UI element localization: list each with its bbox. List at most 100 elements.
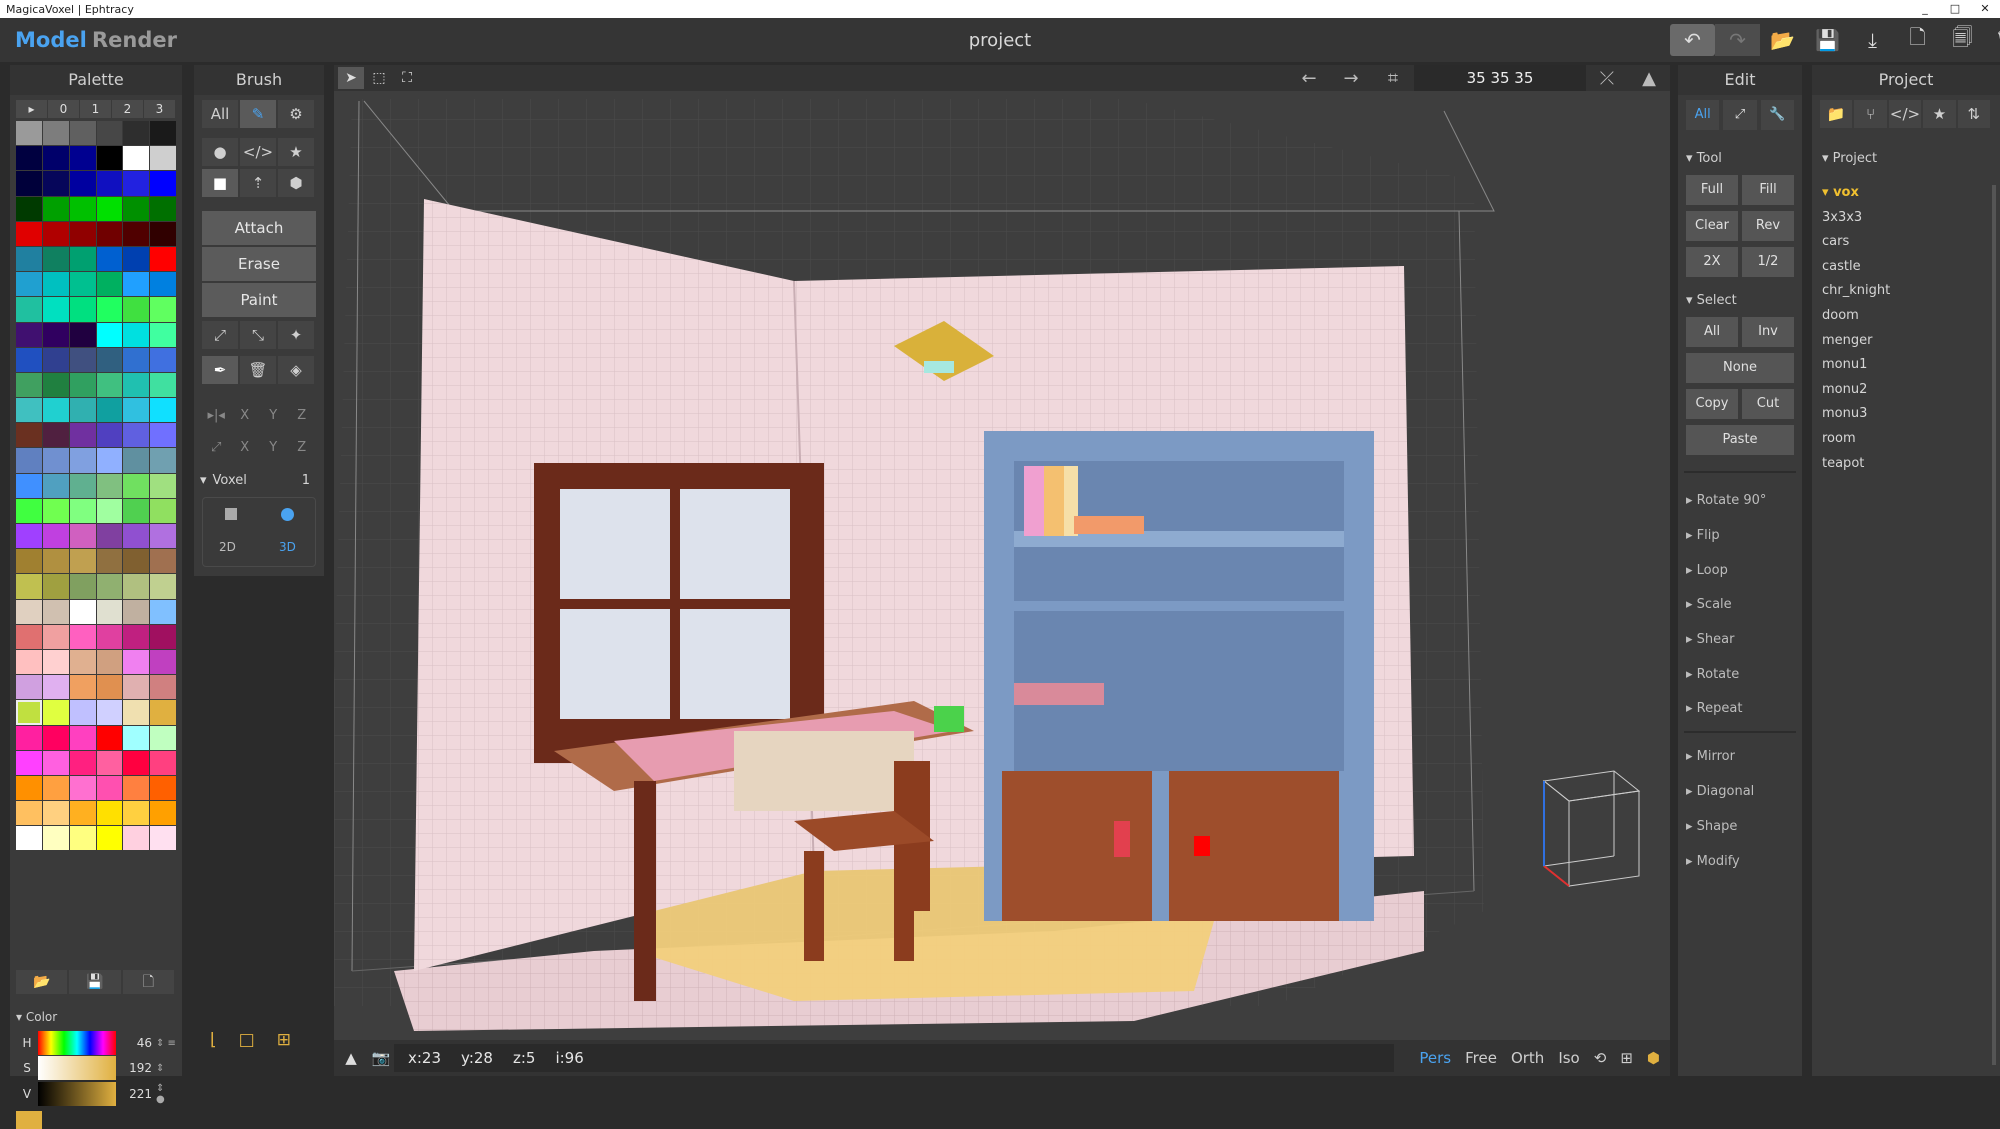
palette-swatch[interactable] bbox=[42, 347, 69, 372]
palette-swatch[interactable] bbox=[123, 599, 150, 624]
cube-view-icon[interactable]: ⬢ bbox=[1647, 1049, 1660, 1067]
color-section-header[interactable]: ▾ Color bbox=[16, 1010, 57, 1024]
palette-swatch[interactable] bbox=[16, 423, 42, 448]
palette-swatch[interactable] bbox=[69, 473, 96, 498]
palette-swatch[interactable] bbox=[69, 146, 96, 171]
select-arrow-icon[interactable]: ➤ bbox=[338, 67, 364, 89]
palette-swatch[interactable] bbox=[150, 347, 176, 372]
palette-swatch[interactable] bbox=[16, 347, 42, 372]
star-icon[interactable]: ★ bbox=[1923, 100, 1956, 128]
dimension-2d[interactable]: 2D bbox=[219, 540, 236, 554]
palette-swatch[interactable] bbox=[96, 448, 123, 473]
hue-value[interactable]: 46 bbox=[116, 1036, 156, 1050]
palette-swatch[interactable] bbox=[150, 801, 176, 826]
palette-swatch[interactable] bbox=[96, 524, 123, 549]
folder-icon[interactable]: 📁 bbox=[1820, 100, 1853, 128]
palette-swatch[interactable] bbox=[96, 171, 123, 196]
tool-section[interactable]: ▾ Tool bbox=[1686, 151, 1722, 166]
palette-swatch[interactable] bbox=[96, 775, 123, 801]
select-all-button[interactable]: All bbox=[1686, 317, 1738, 347]
palette-swatch[interactable] bbox=[69, 775, 96, 801]
palette-swatch[interactable] bbox=[42, 448, 69, 473]
cut-button[interactable]: Cut bbox=[1742, 389, 1794, 419]
palette-swatch[interactable] bbox=[69, 372, 96, 398]
palette-swatch[interactable] bbox=[69, 750, 96, 775]
volume-dimensions[interactable]: 35 35 35 bbox=[1414, 65, 1586, 91]
palette-swatch[interactable] bbox=[123, 775, 150, 801]
sort-icon[interactable]: ⇅ bbox=[1957, 100, 1991, 128]
palette-swatch[interactable] bbox=[42, 801, 69, 826]
round-dot-icon[interactable] bbox=[281, 508, 294, 521]
palette-swatch[interactable] bbox=[123, 372, 150, 398]
voxel-size-value[interactable]: 1 bbox=[302, 473, 310, 488]
project-section[interactable]: ▾ Project bbox=[1822, 151, 1877, 166]
redo-button[interactable]: ↷ bbox=[1715, 24, 1760, 56]
palette-swatch[interactable] bbox=[96, 322, 123, 347]
palette-swatch[interactable] bbox=[150, 372, 176, 398]
code-brush-icon[interactable]: </> bbox=[240, 138, 276, 166]
palette-swatch[interactable] bbox=[123, 826, 150, 851]
project-scrollbar[interactable] bbox=[1992, 185, 1996, 1065]
rotate-section[interactable]: ▸ Rotate bbox=[1686, 667, 1739, 682]
arrow-right-icon[interactable]: → bbox=[1330, 68, 1372, 89]
palette-swatch[interactable] bbox=[16, 246, 42, 272]
palette-swatch[interactable] bbox=[42, 750, 69, 775]
fill-button[interactable]: Fill bbox=[1742, 175, 1794, 205]
current-color-swatch[interactable] bbox=[16, 1111, 42, 1129]
collapse-icon[interactable]: ⤫ bbox=[1586, 68, 1628, 89]
palette-swatch[interactable] bbox=[69, 624, 96, 649]
palette-swatch[interactable] bbox=[69, 347, 96, 372]
move-icon[interactable]: ⤢ bbox=[202, 321, 238, 349]
square-dot-icon[interactable] bbox=[225, 508, 237, 520]
layout-grid-icon[interactable]: ⊞ bbox=[277, 1030, 291, 1050]
list-item[interactable]: chr_knight bbox=[1822, 279, 1992, 304]
palette-tab-0[interactable]: 0 bbox=[48, 100, 79, 118]
palette-swatch[interactable] bbox=[150, 146, 176, 171]
axis-icon[interactable]: ⤢ bbox=[202, 440, 231, 455]
palette-swatch[interactable] bbox=[123, 398, 150, 423]
palette-swatch[interactable] bbox=[150, 297, 176, 322]
palette-swatch[interactable] bbox=[150, 524, 176, 549]
dimension-3d[interactable]: 3D bbox=[279, 540, 296, 554]
copy-button[interactable]: Copy bbox=[1686, 389, 1738, 419]
voxel-brush-icon[interactable]: ■ bbox=[202, 169, 238, 197]
palette-swatch[interactable] bbox=[42, 372, 69, 398]
palette-swatch[interactable] bbox=[16, 725, 42, 750]
palette-swatch[interactable] bbox=[16, 297, 42, 322]
view-pers[interactable]: Pers bbox=[1419, 1049, 1451, 1067]
palette-swatch[interactable] bbox=[16, 272, 42, 297]
palette-swatch[interactable] bbox=[42, 272, 69, 297]
palette-swatch[interactable] bbox=[150, 473, 176, 498]
palette-swatch[interactable] bbox=[123, 498, 150, 523]
palette-swatch[interactable] bbox=[69, 398, 96, 423]
palette-swatch[interactable] bbox=[150, 498, 176, 523]
box-brush-icon[interactable]: ⬢ bbox=[278, 169, 314, 197]
paste-button[interactable]: Paste bbox=[1686, 425, 1794, 455]
palette-swatch[interactable] bbox=[96, 297, 123, 322]
saturation-slider[interactable] bbox=[38, 1056, 116, 1080]
palette-swatch[interactable] bbox=[96, 826, 123, 851]
palette-swatch[interactable] bbox=[150, 599, 176, 624]
marquee-icon[interactable]: ⬚ bbox=[366, 67, 392, 89]
palette-swatch[interactable] bbox=[123, 750, 150, 775]
edit-tab-all[interactable]: All bbox=[1686, 100, 1720, 130]
palette-swatch[interactable] bbox=[123, 725, 150, 750]
trash-icon[interactable]: 🗑 bbox=[240, 356, 276, 384]
list-item[interactable]: ▾ vox bbox=[1822, 181, 1992, 206]
palette-swatch[interactable] bbox=[123, 524, 150, 549]
modify-section[interactable]: ▸ Modify bbox=[1686, 854, 1740, 869]
palette-tab-1[interactable]: 1 bbox=[80, 100, 111, 118]
palette-swatch[interactable] bbox=[96, 272, 123, 297]
palette-swatch[interactable] bbox=[69, 121, 96, 146]
palette-swatch[interactable] bbox=[16, 599, 42, 624]
hue-stepper[interactable]: ⇕ ≡ bbox=[156, 1038, 176, 1049]
axis-x[interactable]: X bbox=[231, 440, 260, 455]
palette-swatch[interactable] bbox=[42, 498, 69, 523]
edit-tab-wrench-icon[interactable]: 🔧 bbox=[1760, 100, 1794, 130]
palette-swatch[interactable] bbox=[69, 801, 96, 826]
list-item[interactable]: 3x3x3 bbox=[1822, 206, 1992, 231]
palette-swatch[interactable] bbox=[16, 473, 42, 498]
palette-swatch[interactable] bbox=[42, 725, 69, 750]
palette-tab-2[interactable]: 2 bbox=[112, 100, 143, 118]
view-iso[interactable]: Iso bbox=[1558, 1049, 1579, 1067]
